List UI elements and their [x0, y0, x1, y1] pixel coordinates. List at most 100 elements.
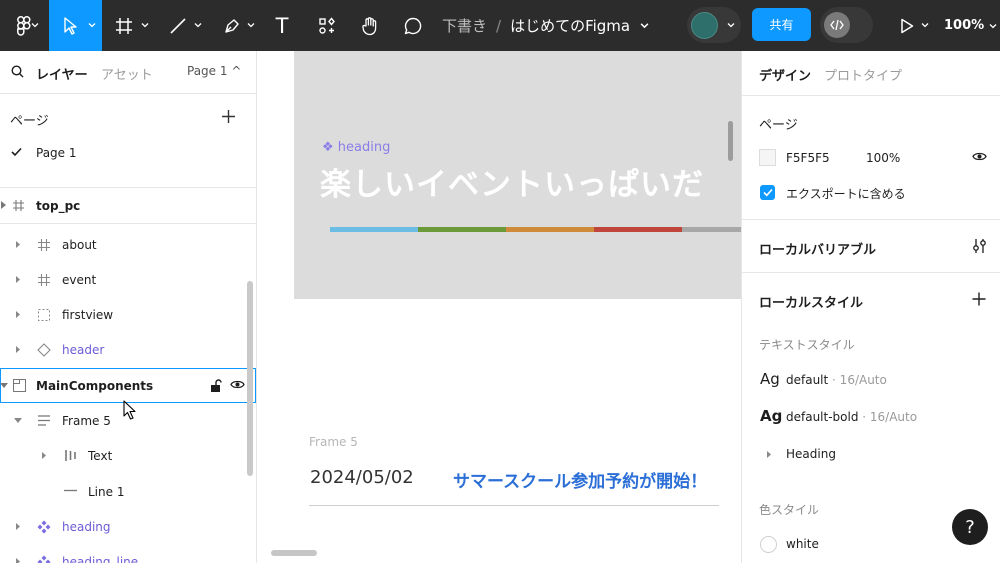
text-tool-button[interactable]: T [266, 0, 298, 51]
resources-tool-button[interactable] [313, 0, 341, 51]
right-panel-tabs: デザイン プロトタイプ [742, 51, 1000, 96]
heading-component-label: ❖ heading [322, 140, 391, 155]
caret-right-icon[interactable] [766, 451, 772, 458]
color-style-white[interactable]: white [786, 537, 819, 551]
frame-icon [38, 274, 50, 286]
instance-diamond-icon [37, 343, 51, 357]
layer-heading[interactable]: heading [0, 509, 256, 544]
layer-event[interactable]: event [0, 262, 256, 297]
layer-text[interactable]: Text [0, 438, 256, 473]
variables-settings-icon[interactable] [972, 238, 987, 254]
caret-down-icon [14, 418, 22, 423]
layer-label: header [62, 343, 105, 357]
hero-title[interactable]: 楽しいイベントいっぱいだ [320, 159, 704, 204]
line-icon [170, 17, 186, 34]
auto-layout-vertical-icon [38, 415, 50, 426]
layer-label: Text [88, 449, 113, 463]
page-color-hex[interactable]: F5F5F5 [786, 151, 830, 165]
main-menu-button[interactable] [0, 0, 48, 51]
news-divider-line[interactable] [309, 505, 719, 506]
avatar[interactable] [691, 12, 718, 39]
canvas-inner-scrollbar[interactable] [728, 121, 733, 161]
layers-panel: レイヤー アセット Page 1 ^ ページ Page 1 top_pc abo… [0, 51, 257, 563]
news-title[interactable]: サマースクール参加予約が開始！ [453, 467, 707, 492]
tab-assets[interactable]: アセット [101, 64, 153, 83]
firstview-frame[interactable]: ❖ heading 楽しいイベントいっぱいだ [294, 51, 741, 299]
layer-firstview[interactable]: firstview [0, 297, 256, 332]
share-button[interactable]: 共有 [752, 8, 811, 41]
line-tool-button[interactable] [158, 0, 208, 51]
divider [0, 223, 256, 224]
unlock-icon[interactable] [210, 379, 222, 392]
heading-style-group[interactable]: Heading [786, 447, 836, 461]
tab-layers[interactable]: レイヤー [36, 64, 88, 83]
layer-heading-line[interactable]: heading_line [0, 544, 256, 563]
layer-top-pc[interactable]: top_pc [0, 188, 256, 223]
dev-mode-knob [824, 12, 850, 38]
layer-line-1[interactable]: Line 1 [0, 473, 256, 508]
layer-main-components[interactable]: MainComponents [0, 368, 256, 403]
pen-tool-button[interactable] [212, 0, 262, 51]
file-breadcrumb: 下書き / はじめてのFigma [442, 0, 649, 51]
search-icon[interactable] [11, 65, 24, 78]
move-tool-button[interactable] [49, 0, 102, 51]
caret-right-icon [16, 276, 20, 283]
hand-icon [362, 16, 377, 35]
canvas-horizontal-scrollbar[interactable] [271, 550, 317, 556]
present-button[interactable] [893, 0, 933, 51]
tab-design[interactable]: デザイン [759, 65, 811, 84]
design-canvas[interactable]: ❖ heading 楽しいイベントいっぱいだ Frame 5 2024/05/0… [257, 51, 741, 563]
zoom-menu[interactable]: 100% [944, 0, 997, 51]
divider [742, 219, 1000, 220]
page-color-swatch[interactable] [759, 149, 776, 166]
text-style-meta: · 16/Auto [858, 410, 918, 424]
checkmark-icon [11, 147, 22, 157]
heading-line-segment [682, 227, 741, 232]
layers-scrollbar[interactable] [247, 281, 253, 476]
page-select[interactable]: Page 1 ^ [187, 64, 241, 78]
local-styles-heading: ローカルスタイル [759, 296, 864, 311]
news-date[interactable]: 2024/05/02 [310, 467, 414, 488]
page-item[interactable]: Page 1 [0, 137, 256, 169]
layer-label: heading_line [62, 555, 139, 563]
comment-tool-button[interactable] [398, 0, 428, 51]
drafts-link[interactable]: 下書き [442, 15, 487, 36]
hand-tool-button[interactable] [355, 0, 385, 51]
frame-label[interactable]: Frame 5 [309, 435, 358, 449]
frame-tool-button[interactable] [104, 0, 154, 51]
text-style-default-bold[interactable]: default-bold · 16/Auto [786, 410, 917, 424]
tab-prototype[interactable]: プロトタイプ [824, 65, 902, 84]
text-style-name: default [786, 373, 829, 387]
layer-actions [210, 379, 245, 392]
add-style-icon[interactable] [972, 292, 986, 306]
chevron-down-icon [194, 23, 202, 28]
export-checkbox-label: エクスポートに含める [786, 187, 906, 201]
eye-icon[interactable] [230, 379, 245, 390]
heading-line-segment [330, 227, 418, 232]
export-checkbox[interactable] [760, 185, 775, 200]
layer-label: heading [62, 520, 111, 534]
multiplayer-avatars[interactable] [687, 7, 741, 43]
caret-right-icon [16, 241, 20, 248]
code-brackets-icon [830, 19, 844, 31]
comment-bubble-icon [404, 17, 422, 34]
chevron-down-icon [989, 23, 997, 28]
chevron-down-icon[interactable] [640, 21, 649, 30]
eye-icon[interactable] [972, 151, 987, 162]
dev-mode-toggle[interactable] [820, 7, 873, 43]
add-page-icon[interactable] [221, 109, 236, 124]
help-button[interactable]: ? [952, 509, 988, 545]
color-style-swatch[interactable] [760, 536, 777, 553]
layer-label: top_pc [36, 199, 81, 213]
section-dashed-icon [38, 309, 50, 321]
page-color-opacity[interactable]: 100% [866, 151, 900, 165]
properties-panel: デザイン プロトタイプ ページ F5F5F5 100% エクスポートに含める ロ… [741, 51, 1000, 563]
file-name[interactable]: はじめてのFigma [510, 15, 630, 36]
zoom-level: 100% [944, 18, 985, 33]
chevron-down-icon [88, 23, 96, 28]
layer-header[interactable]: header [0, 332, 256, 367]
layer-frame-5[interactable]: Frame 5 [0, 403, 256, 438]
text-style-default[interactable]: default · 16/Auto [786, 373, 887, 387]
layer-about[interactable]: about [0, 227, 256, 262]
layer-label: about [62, 238, 97, 252]
